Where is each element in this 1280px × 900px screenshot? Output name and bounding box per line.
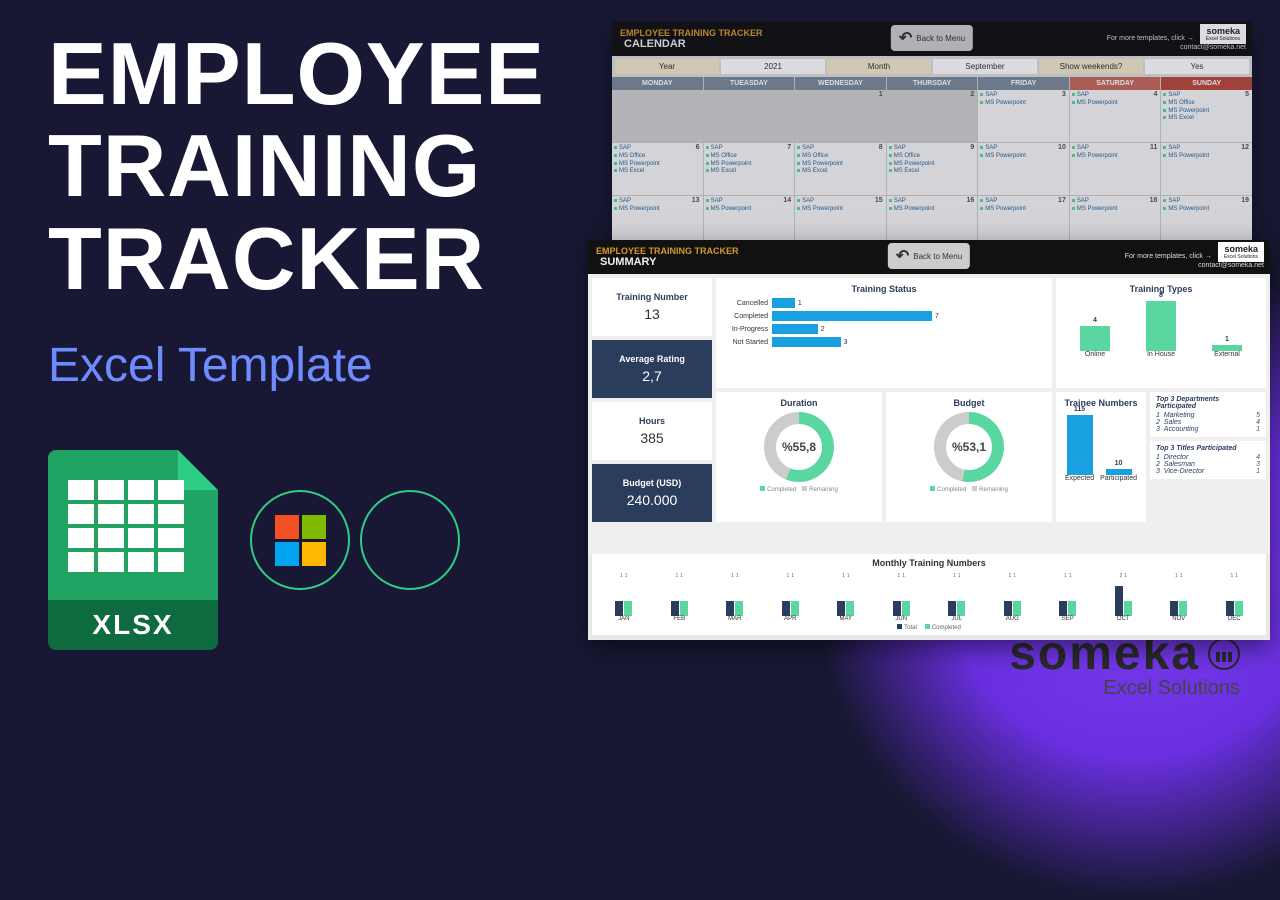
back-to-menu-button[interactable]: ↶Back to Menu	[891, 25, 973, 51]
dow-header: SATURDAY	[1070, 77, 1161, 90]
monthly-chart: Monthly Training Numbers 11JAN11FEB11MAR…	[592, 554, 1266, 635]
day-of-week-row: MONDAYTUEASDAYWEDNESDAYTHURSDAYFRIDAYSAT…	[612, 77, 1252, 90]
calendar-cell[interactable]: 10SAPMS Powerpoint	[978, 143, 1069, 195]
windows-icon	[250, 490, 350, 590]
back-arrow-icon-2: ↶	[896, 246, 909, 266]
calendar-cell[interactable]: 7SAPMS OfficeMS PowerpointMS Excel	[704, 143, 795, 195]
top-list-row: 2 Sales4	[1156, 419, 1260, 426]
calendar-cell[interactable]	[704, 90, 795, 142]
monthly-col: 11APR	[782, 573, 799, 622]
kpi-avg-rating: Average Rating2,7	[592, 340, 712, 398]
month-value[interactable]: September	[933, 59, 1037, 74]
year-label: Year	[615, 59, 719, 74]
monthly-col: 11MAR	[726, 573, 743, 622]
month-label: Month	[827, 59, 931, 74]
type-bar: 1External	[1212, 336, 1242, 358]
xlsx-label: XLSX	[48, 600, 218, 650]
monthly-col: 11SEP	[1059, 573, 1076, 622]
title-line-3: TRACKER	[48, 213, 545, 305]
trainee-bar: 10Participated	[1100, 460, 1137, 481]
kpi-training-number: Training Number13	[592, 278, 712, 336]
calendar-cell[interactable]	[612, 90, 703, 142]
contact-email-2: contact@someka.net	[1125, 262, 1264, 269]
dow-header: FRIDAY	[978, 77, 1069, 90]
calendar-cell[interactable]: 5SAPMS OfficeMS PowerpointMS Excel	[1161, 90, 1252, 142]
calendar-cell[interactable]: 12SAPMS Powerpoint	[1161, 143, 1252, 195]
training-status-chart: Training Status Cancelled1Completed7In-P…	[716, 278, 1052, 388]
calendar-screenshot: EMPLOYEE TRAINING TRACKER CALENDAR ↶Back…	[612, 22, 1252, 272]
monthly-col: 21OCT	[1115, 573, 1132, 622]
trainee-bar: 115Expected	[1065, 406, 1094, 482]
trainee-numbers-chart: Trainee Numbers 115Expected10Participate…	[1056, 392, 1146, 523]
title-line-2: TRAINING	[48, 120, 545, 212]
xlsx-file-icon: XLSX	[48, 450, 218, 650]
duration-donut: Duration %55,8 CompletedRemaining	[716, 392, 882, 523]
contact-email: contact@someka.net	[1107, 44, 1246, 51]
title-line-1: EMPLOYEE	[48, 28, 545, 120]
budget-donut: Budget %53,1 CompletedRemaining	[886, 392, 1052, 523]
monthly-col: 11NOV	[1170, 573, 1187, 622]
top-list-row: 3 Vice-Director1	[1156, 468, 1260, 475]
dow-header: TUEASDAY	[704, 77, 795, 90]
top-list-row: 1 Marketing5	[1156, 412, 1260, 419]
kpi-budget: Budget (USD)240.000	[592, 464, 712, 522]
someka-tag: somekaExcel Solutions	[1200, 24, 1246, 44]
weekends-label: Show weekends?	[1039, 59, 1143, 74]
kpi-column: Training Number13 Average Rating2,7 Hour…	[592, 278, 712, 522]
top-lists: Top 3 Departments Participated 1 Marketi…	[1150, 392, 1266, 523]
summary-header: EMPLOYEE TRAINING TRACKER SUMMARY ↶Back …	[588, 240, 1270, 274]
dow-header: THURSDAY	[887, 77, 978, 90]
calendar-cell[interactable]: 2	[887, 90, 978, 142]
back-to-menu-button-2[interactable]: ↶Back to Menu	[888, 243, 970, 269]
status-bar: Cancelled1	[722, 298, 1046, 308]
calendar-cell[interactable]: 9SAPMS OfficeMS PowerpointMS Excel	[887, 143, 978, 195]
monthly-col: 11FEB	[671, 573, 688, 622]
dow-header: WEDNESDAY	[795, 77, 886, 90]
calendar-cell[interactable]: 8SAPMS OfficeMS PowerpointMS Excel	[795, 143, 886, 195]
top-list-row: 1 Director4	[1156, 454, 1260, 461]
status-bar: In-Progress2	[722, 324, 1046, 334]
section-title-summary: SUMMARY	[600, 256, 739, 268]
hero-subtitle: Excel Template	[48, 338, 373, 393]
product-title-2: EMPLOYEE TRAINING TRACKER	[596, 246, 739, 256]
brand-bars-icon	[1208, 638, 1240, 670]
hero-title: EMPLOYEE TRAINING TRACKER	[48, 28, 545, 305]
kpi-hours: Hours385	[592, 402, 712, 460]
calendar-cell[interactable]: 1	[795, 90, 886, 142]
monthly-col: 11JAN	[615, 573, 632, 622]
section-title-calendar: CALENDAR	[624, 38, 763, 50]
more-templates-link-2[interactable]: For more templates, click →	[1125, 253, 1212, 260]
summary-screenshot: EMPLOYEE TRAINING TRACKER SUMMARY ↶Back …	[588, 240, 1270, 640]
dow-header: MONDAY	[612, 77, 703, 90]
year-value[interactable]: 2021	[721, 59, 825, 74]
top-list-row: 2 Salesman3	[1156, 461, 1260, 468]
top-departments: Top 3 Departments Participated 1 Marketi…	[1150, 392, 1266, 437]
calendar-cell[interactable]: 3SAPMS Powerpoint	[978, 90, 1069, 142]
training-types-chart: Training Types 4Online8In House1External	[1056, 278, 1266, 388]
apple-icon	[360, 490, 460, 590]
calendar-grid: 123SAPMS Powerpoint4SAPMS Powerpoint5SAP…	[612, 90, 1252, 248]
calendar-controls: Year 2021 Month September Show weekends?…	[612, 56, 1252, 77]
calendar-cell[interactable]: 11SAPMS Powerpoint	[1070, 143, 1161, 195]
monthly-col: 11AUG	[1004, 573, 1021, 622]
monthly-col: 11JUN	[893, 573, 910, 622]
calendar-cell[interactable]: 6SAPMS OfficeMS PowerpointMS Excel	[612, 143, 703, 195]
status-bar: Completed7	[722, 311, 1046, 321]
monthly-col: 11MAY	[837, 573, 854, 622]
calendar-cell[interactable]: 4SAPMS Powerpoint	[1070, 90, 1161, 142]
calendar-header: EMPLOYEE TRAINING TRACKER CALENDAR ↶Back…	[612, 22, 1252, 56]
top-list-row: 3 Accounting1	[1156, 426, 1260, 433]
type-bar: 8In House	[1146, 292, 1176, 358]
more-templates-link[interactable]: For more templates, click →	[1107, 35, 1194, 42]
status-bar: Not Started3	[722, 337, 1046, 347]
back-arrow-icon: ↶	[899, 28, 912, 48]
dow-header: SUNDAY	[1161, 77, 1252, 90]
top-titles: Top 3 Titles Participated 1 Director42 S…	[1150, 441, 1266, 479]
someka-tag-2: somekaExcel Solutions	[1218, 242, 1264, 262]
monthly-col: 11JUL	[948, 573, 965, 622]
product-title: EMPLOYEE TRAINING TRACKER	[620, 28, 763, 38]
monthly-col: 11DEC	[1226, 573, 1243, 622]
weekends-value[interactable]: Yes	[1145, 59, 1249, 74]
type-bar: 4Online	[1080, 317, 1110, 358]
